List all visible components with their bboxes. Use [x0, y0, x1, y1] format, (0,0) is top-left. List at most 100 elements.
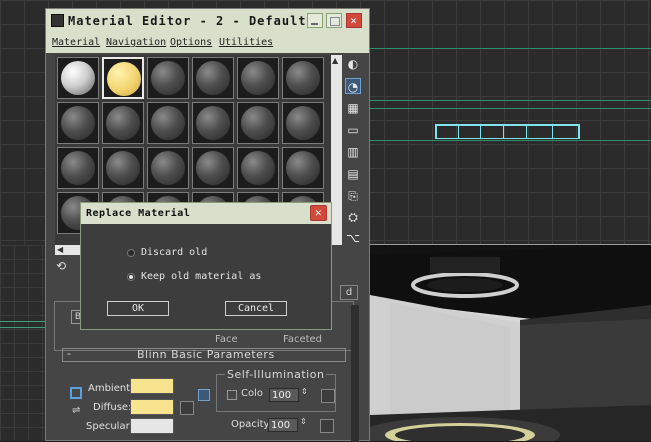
- background-icon[interactable]: ▦: [345, 100, 361, 116]
- sample-slot[interactable]: [237, 57, 279, 99]
- opacity-map-button[interactable]: [320, 419, 334, 433]
- self-illum-map-button[interactable]: [321, 389, 335, 403]
- diffuse-color-swatch[interactable]: [130, 399, 174, 415]
- self-illum-color-checkbox[interactable]: [227, 390, 237, 400]
- material-sphere: [286, 151, 320, 185]
- sample-slot[interactable]: [102, 102, 144, 144]
- opacity-value-input[interactable]: 100: [268, 418, 298, 432]
- sample-slot[interactable]: [192, 147, 234, 189]
- ambient-color-swatch[interactable]: [130, 378, 174, 394]
- perspective-render[interactable]: [370, 245, 651, 441]
- object-outline: [526, 124, 527, 139]
- sample-slot[interactable]: [192, 102, 234, 144]
- dialog-titlebar[interactable]: Replace Material ✕: [81, 203, 331, 224]
- sample-slot[interactable]: [237, 102, 279, 144]
- menu-options[interactable]: Options: [170, 37, 212, 48]
- material-editor-app-icon: [51, 14, 64, 27]
- rollout-minus-icon: -: [67, 347, 71, 360]
- material-type-button[interactable]: d: [340, 285, 358, 300]
- slots-vertical-scrollbar[interactable]: ▲: [331, 55, 342, 245]
- sample-slot[interactable]: [282, 102, 324, 144]
- material-sphere: [241, 61, 275, 95]
- sample-slot[interactable]: [147, 102, 189, 144]
- get-material-icon[interactable]: ⟲: [56, 259, 72, 275]
- object-outline: [552, 124, 553, 139]
- lock-ambient-diffuse-icon[interactable]: [70, 387, 82, 399]
- sample-slot[interactable]: [147, 147, 189, 189]
- sample-slot[interactable]: [147, 57, 189, 99]
- diffuse-map-button[interactable]: [180, 401, 194, 415]
- minimize-button[interactable]: [307, 13, 323, 28]
- sample-slot[interactable]: [102, 147, 144, 189]
- close-icon: ✕: [350, 14, 358, 27]
- object-outline: [458, 124, 459, 139]
- sample-slot[interactable]: [237, 147, 279, 189]
- material-sphere: [61, 151, 95, 185]
- sample-slot[interactable]: [192, 57, 234, 99]
- lock-map-icon[interactable]: [198, 389, 210, 401]
- sample-slot[interactable]: [282, 57, 324, 99]
- sample-slot-active[interactable]: [102, 57, 144, 99]
- ok-button[interactable]: OK: [107, 301, 169, 316]
- material-sphere: [286, 61, 320, 95]
- diffuse-label: Diffuse:: [93, 402, 132, 413]
- material-navigator-icon[interactable]: ⌥: [345, 230, 361, 246]
- select-by-material-icon[interactable]: ⛭: [345, 209, 361, 225]
- material-sphere: [61, 106, 95, 140]
- blinn-basic-parameters-rollout[interactable]: - Blinn Basic Parameters: [62, 347, 346, 362]
- discard-old-label[interactable]: Discard old: [141, 247, 207, 258]
- material-sphere: [286, 106, 320, 140]
- spinner-arrows-icon[interactable]: ⇕: [301, 387, 308, 396]
- menu-navigation[interactable]: Navigation: [106, 37, 166, 48]
- self-illum-color-label: Colo: [241, 388, 263, 399]
- material-editor-menubar: Material Navigation Options Utilities: [46, 33, 369, 53]
- video-color-check-icon[interactable]: ▥: [345, 144, 361, 160]
- viewport-left[interactable]: [0, 245, 46, 441]
- backlight-icon[interactable]: ◔: [345, 78, 361, 94]
- material-sphere: [151, 61, 185, 95]
- menu-material[interactable]: Material: [52, 37, 100, 48]
- sample-slot[interactable]: [57, 147, 99, 189]
- opacity-label: Opacity:: [231, 419, 273, 430]
- object-outline: [435, 138, 580, 139]
- radio-discard-old[interactable]: [127, 249, 135, 257]
- maximize-button[interactable]: [326, 13, 342, 28]
- minimize-icon: [311, 23, 318, 25]
- close-button[interactable]: ✕: [346, 13, 362, 28]
- material-editor-titlebar[interactable]: Material Editor - 2 - Default ✕: [46, 9, 369, 33]
- link-icon[interactable]: ⇌: [72, 405, 80, 416]
- grid-line: [370, 140, 651, 141]
- close-icon: ✕: [314, 206, 323, 219]
- faceted-label: Faceted: [283, 334, 323, 345]
- make-preview-icon[interactable]: ▤: [345, 166, 361, 182]
- sample-slot[interactable]: [57, 57, 99, 99]
- scroll-up-icon: ▲: [332, 56, 339, 65]
- material-sphere: [196, 151, 230, 185]
- object-outline: [480, 124, 481, 139]
- specular-color-swatch[interactable]: [130, 418, 174, 434]
- radio-keep-old[interactable]: [127, 273, 135, 281]
- grid-line: [370, 108, 651, 109]
- menu-utilities[interactable]: Utilities: [219, 37, 273, 48]
- object-outline: [503, 124, 504, 139]
- face-label: Face: [215, 334, 238, 345]
- maximize-icon: [330, 17, 340, 26]
- grid-line: [370, 100, 651, 101]
- sample-type-icon[interactable]: ◐: [345, 56, 361, 72]
- material-sphere: [107, 62, 141, 96]
- cancel-button[interactable]: Cancel: [225, 301, 287, 316]
- material-sphere: [196, 106, 230, 140]
- object-outline: [435, 124, 437, 139]
- options-icon[interactable]: ⎘: [345, 188, 361, 204]
- sample-slot[interactable]: [282, 147, 324, 189]
- sample-slot[interactable]: [57, 102, 99, 144]
- dialog-close-button[interactable]: ✕: [310, 205, 327, 221]
- sample-uv-tiling-icon[interactable]: ▭: [345, 122, 361, 138]
- opacity-spinner-icon[interactable]: ⇕: [300, 417, 307, 426]
- scroll-left-icon: ◀: [57, 245, 64, 254]
- material-sphere: [151, 151, 185, 185]
- self-illum-value-input[interactable]: 100: [269, 388, 299, 402]
- keep-old-label[interactable]: Keep old material as: [141, 271, 261, 282]
- material-editor-title: Material Editor - 2 - Default: [68, 14, 307, 28]
- panel-scrollbar[interactable]: [351, 305, 359, 442]
